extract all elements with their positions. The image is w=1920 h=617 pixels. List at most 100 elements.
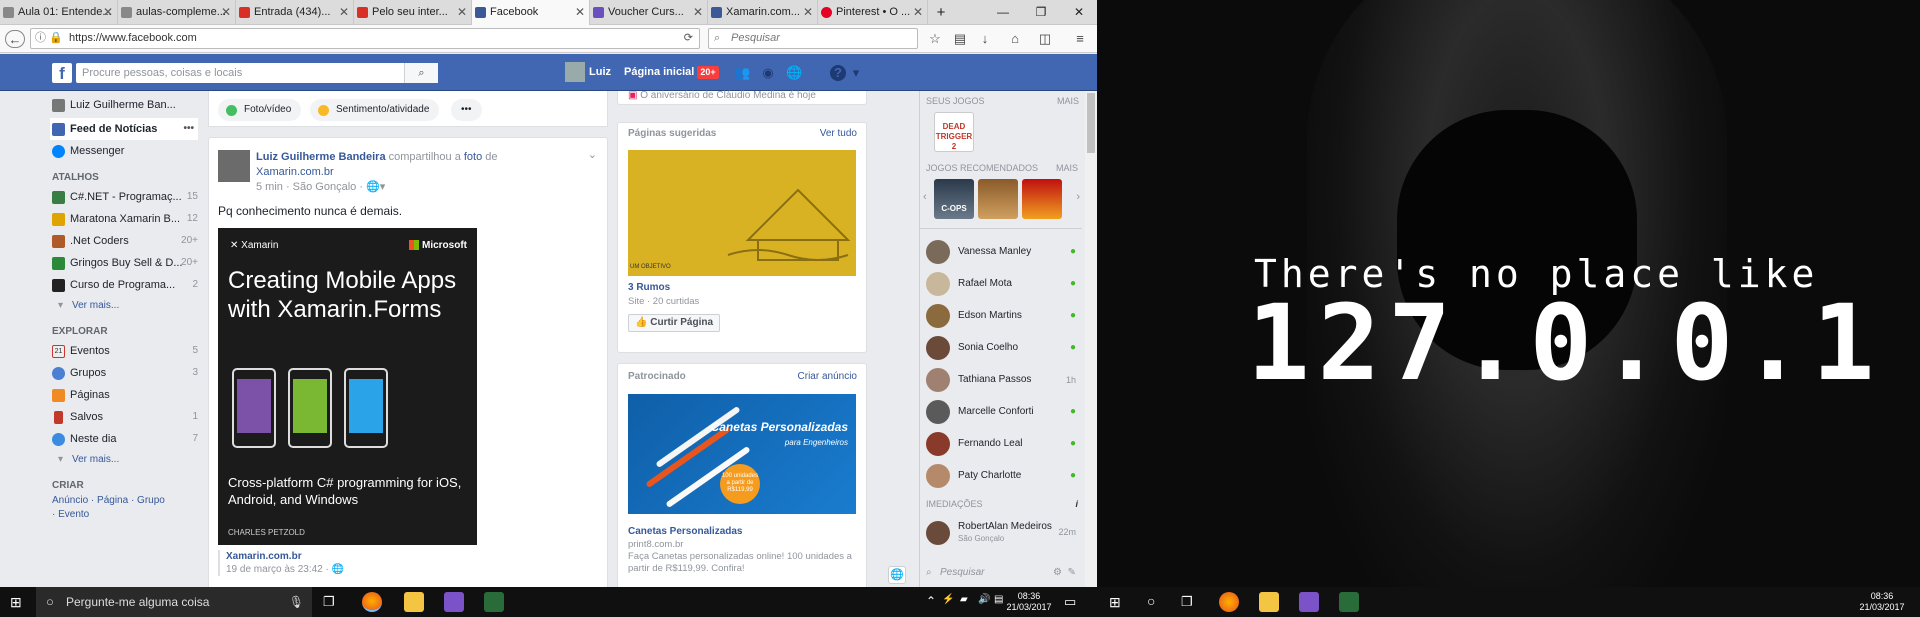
microphone-icon[interactable]: 🎙 [289, 587, 304, 617]
avatar[interactable] [218, 150, 250, 182]
page-name-link[interactable]: 3 Rumos [628, 282, 670, 293]
console-icon[interactable] [1339, 592, 1359, 612]
author-link[interactable]: Luiz Guilherme Bandeira [256, 151, 386, 163]
tab-2[interactable]: aulas-compleme... ✕ [118, 0, 236, 25]
minimize-button[interactable]: — [985, 0, 1021, 25]
search-icon[interactable]: ⌕ [404, 63, 438, 83]
notifications-globe-icon[interactable]: 🌐 [786, 65, 802, 81]
chat-contact[interactable]: Sonia Coelho ● [926, 334, 1076, 362]
friend-requests-icon[interactable]: 👥 [734, 65, 750, 81]
sidebar-item-profile[interactable]: Luiz Guilherme Ban... [50, 94, 198, 116]
fb-search-input[interactable]: Procure pessoas, coisas e locais ⌕ [76, 63, 438, 83]
chat-search-input[interactable]: ⌕ Pesquisar ⚙ ✎ [926, 564, 1076, 582]
close-icon[interactable]: ✕ [339, 0, 349, 25]
pocket-icon[interactable]: ◫ [1035, 30, 1055, 48]
chat-contact[interactable]: Edson Martins ● [926, 302, 1076, 330]
tab-6[interactable]: Voucher Curs... ✕ [590, 0, 708, 25]
menu-icon[interactable]: ≡ [1070, 30, 1090, 48]
messages-icon[interactable]: ◉ [760, 65, 776, 81]
close-icon[interactable]: ✕ [103, 0, 113, 25]
birthday-text[interactable]: ▣ O aniversário de Cláudio Medina é hoje [628, 90, 816, 101]
info-icon[interactable]: ⓘ [35, 29, 46, 48]
sidebar-item-saved[interactable]: Salvos 1 [50, 406, 198, 428]
tab-8[interactable]: Pinterest • O ... ✕ [818, 0, 928, 25]
profile-link[interactable]: Luiz [565, 62, 611, 83]
create-links[interactable]: Anúncio · Página · Grupo · Evento [50, 494, 170, 522]
close-icon[interactable]: ✕ [221, 0, 231, 25]
close-icon[interactable]: ✕ [693, 0, 703, 25]
home-icon[interactable]: ⌂ [1005, 30, 1025, 48]
visual-studio-icon[interactable] [444, 592, 464, 612]
chevron-down-icon[interactable]: ⌄ [588, 148, 597, 161]
facebook-logo[interactable]: f [52, 63, 72, 83]
network-icon[interactable]: ⚡ [942, 594, 954, 605]
task-view-icon[interactable]: ❐ [323, 594, 335, 610]
c-ops-game[interactable]: C-OPS [934, 179, 974, 219]
sidebar-item-shortcut[interactable]: Curso de Programa... 2 [50, 274, 198, 296]
home-link[interactable]: Página inicial 20+ [624, 62, 719, 82]
action-center-icon[interactable]: ▭ [1064, 594, 1076, 610]
shared-source[interactable]: Xamarin.com.br 19 de março às 23:42 · 🌐 [218, 550, 588, 576]
scrollbar-thumb[interactable] [1087, 93, 1095, 153]
chat-contact[interactable]: RobertAlan Medeiros São Gonçalo 22m [926, 519, 1076, 547]
page-link[interactable]: Xamarin.com.br [256, 166, 334, 178]
file-explorer-icon[interactable] [1259, 592, 1279, 612]
library-icon[interactable]: ▤ [950, 30, 970, 48]
console-icon[interactable] [484, 592, 504, 612]
photo-link[interactable]: foto [464, 151, 482, 163]
info-icon[interactable]: i [1075, 497, 1078, 511]
tray-chevron-icon[interactable]: ⌃ [926, 594, 936, 608]
chat-settings-icon[interactable]: 🌐 [888, 566, 906, 584]
sidebar-item-groups[interactable]: Grupos 3 [50, 362, 198, 384]
chat-contact[interactable]: Vanessa Manley ● [926, 238, 1076, 266]
game-thumbnail[interactable] [978, 179, 1018, 219]
download-icon[interactable]: ↓ [975, 30, 995, 48]
wifi-icon[interactable]: ▰ [960, 594, 968, 605]
sidebar-item-shortcut[interactable]: .Net Coders 20+ [50, 230, 198, 252]
chat-contact[interactable]: Tathiana Passos 1h [926, 366, 1076, 394]
sidebar-item-pages[interactable]: Páginas [50, 384, 198, 406]
tab-4[interactable]: Pelo seu inter... ✕ [354, 0, 472, 25]
chat-contact[interactable]: Rafael Mota ● [926, 270, 1076, 298]
system-clock[interactable]: 08:36 21/03/2017 [1857, 591, 1907, 613]
post-timestamp[interactable]: 5 min · São Gonçalo · [256, 181, 366, 193]
sidebar-item-news-feed[interactable]: Feed de Notícias ••• [50, 118, 198, 140]
create-ad-link[interactable]: Criar anúncio [798, 364, 857, 390]
url-bar[interactable]: ⓘ 🔒 https://www.facebook.com ⟳ [30, 28, 700, 49]
language-icon[interactable]: ▤ [994, 594, 1003, 605]
new-tab-button[interactable]: + [930, 0, 952, 25]
sidebar-item-on-this-day[interactable]: Neste dia 7 [50, 428, 198, 450]
photo-video-button[interactable]: Foto/vídeo [218, 99, 302, 121]
back-icon[interactable]: ← [5, 30, 25, 48]
help-icon[interactable]: ? [830, 65, 846, 81]
system-clock[interactable]: 08:36 21/03/2017 [1004, 591, 1054, 613]
see-more-link[interactable]: ▾ Ver mais... [50, 296, 198, 316]
like-page-button[interactable]: 👍 Curtir Página [628, 314, 721, 332]
close-icon[interactable]: ✕ [803, 0, 813, 25]
see-more-link[interactable]: ▾ Ver mais... [50, 450, 198, 470]
cortana-icon[interactable]: ○ [1147, 593, 1155, 609]
sidebar-item-shortcut[interactable]: Maratona Xamarin B... 12 [50, 208, 198, 230]
chevron-right-icon[interactable]: › [1076, 191, 1080, 203]
windows-start-icon[interactable]: ⊞ [1109, 594, 1121, 611]
chat-contact[interactable]: Paty Charlotte ● [926, 462, 1076, 490]
sidebar-item-events[interactable]: 21 Eventos 5 [50, 340, 198, 362]
tab-3[interactable]: Entrada (434)... ✕ [236, 0, 354, 25]
ad-image[interactable]: Canetas Personalizadas para Engenheiros 1… [628, 394, 856, 514]
close-icon[interactable]: ✕ [913, 0, 923, 25]
windows-start-icon[interactable]: ⊞ [10, 594, 22, 611]
restore-button[interactable]: ❐ [1023, 0, 1059, 25]
sidebar-item-shortcut[interactable]: C#.NET - Programaç... 15 [50, 186, 198, 208]
compose-icon[interactable]: ✎ [1068, 564, 1076, 582]
gear-icon[interactable]: ⚙ [1053, 564, 1062, 582]
more-icon[interactable]: ••• [183, 118, 194, 140]
post-image[interactable]: ✕ Xamarin Microsoft Creating Mobile Apps… [218, 228, 477, 545]
bookmark-star-icon[interactable]: ☆ [925, 30, 945, 48]
close-icon[interactable]: ✕ [457, 0, 467, 25]
browser-search-input[interactable]: ⌕ Pesquisar [708, 28, 918, 49]
task-view-icon[interactable]: ❐ [1181, 594, 1193, 610]
dead-trigger-game[interactable]: DEAD TRIGGER 2 [934, 112, 974, 152]
ad-title-link[interactable]: Canetas Personalizadas [628, 526, 743, 537]
chevron-left-icon[interactable]: ‹ [923, 191, 927, 203]
visual-studio-icon[interactable] [1299, 592, 1319, 612]
